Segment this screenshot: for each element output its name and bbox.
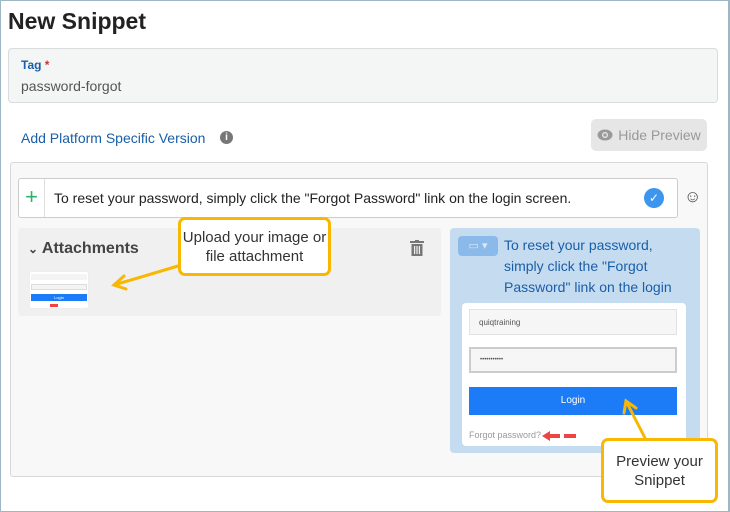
trash-icon[interactable] [410,240,424,261]
hide-preview-button[interactable]: Hide Preview [591,119,707,151]
upload-callout: Upload your image or file attachment [178,217,331,276]
info-icon[interactable]: i [220,131,233,144]
snippet-preview: ▭ ▾ To reset your password, simply click… [450,228,700,453]
page-title: New Snippet [8,8,147,34]
red-arrow-icon [542,431,576,441]
snippet-text-input[interactable]: + To reset your password, simply click t… [18,178,678,218]
caret-down-icon: ▾ [481,240,488,252]
plus-icon[interactable]: + [19,179,45,217]
hide-preview-label: Hide Preview [618,127,701,143]
tag-label-text: Tag [21,58,42,72]
chevron-down-icon: ⌄ [28,242,39,256]
preview-image: quiqtraining ••••••••••• Login Forgot pa… [462,303,686,446]
image-dropdown-button[interactable]: ▭ ▾ [458,236,498,256]
preview-forgot-link: Forgot password? [469,430,542,440]
thumb-username [31,274,87,280]
emoji-icon[interactable]: ☺ [684,187,701,207]
tag-field[interactable]: Tag * password-forgot [8,48,718,103]
add-platform-version-link[interactable]: Add Platform Specific Version [21,130,205,146]
attachment-thumbnail[interactable]: Login [29,271,89,309]
attachments-title: Attachments [41,240,139,257]
tag-label: Tag * [21,58,49,72]
tag-value[interactable]: password-forgot [21,78,121,94]
snippet-text: To reset your password, simply click the… [54,190,572,206]
thumb-red-arrow [50,304,58,307]
required-mark: * [44,58,50,72]
thumb-login: Login [31,294,87,301]
attachments-header[interactable]: ⌄ Attachments [28,240,139,258]
preview-username-field: quiqtraining [469,309,677,335]
eye-icon [597,129,613,141]
image-icon: ▭ [468,240,479,252]
preview-password-field: ••••••••••• [469,347,677,373]
check-icon[interactable]: ✓ [644,188,664,208]
preview-callout: Preview your Snippet [601,438,718,503]
thumb-password [31,284,87,290]
preview-login-button: Login [469,387,677,415]
